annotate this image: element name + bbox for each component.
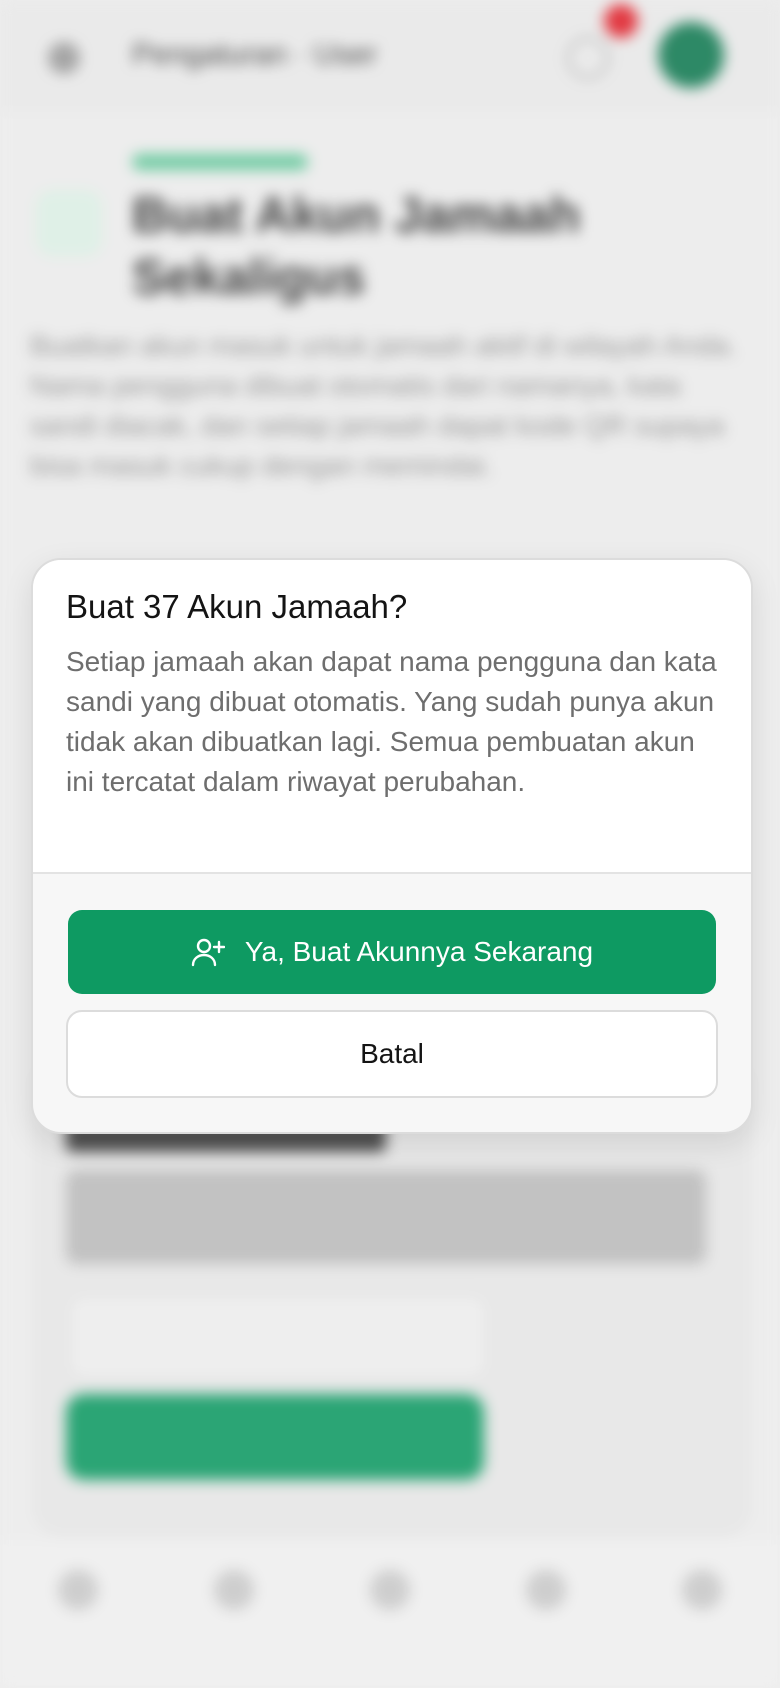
cancel-button[interactable]: Batal <box>66 1010 718 1098</box>
confirm-create-button[interactable]: Ya, Buat Akunnya Sekarang <box>68 910 716 994</box>
user-plus-icon <box>191 936 225 968</box>
dialog-body: Buat 37 Akun Jamaah? Setiap jamaah akan … <box>33 560 751 874</box>
confirm-dialog: Buat 37 Akun Jamaah? Setiap jamaah akan … <box>31 558 753 1134</box>
dialog-description: Setiap jamaah akan dapat nama pengguna d… <box>66 646 717 797</box>
confirm-create-label: Ya, Buat Akunnya Sekarang <box>244 936 594 967</box>
dialog-title: Buat 37 Akun Jamaah? <box>66 588 408 625</box>
